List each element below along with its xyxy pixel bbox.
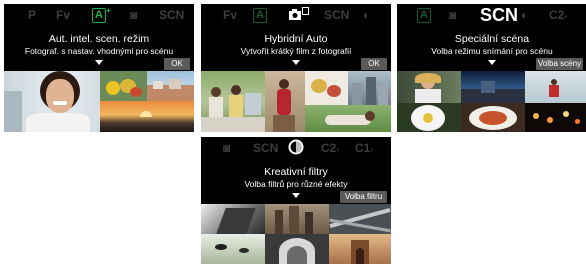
creative-filter-icon — [288, 139, 304, 155]
chevron-down-icon[interactable] — [292, 193, 300, 198]
hybrid-camera-icon[interactable]: ◙ — [130, 7, 137, 23]
mode-c2-label: C2 — [549, 8, 565, 22]
mode-c1-marker: › — [370, 145, 374, 154]
mode-scn[interactable]: SCN — [324, 7, 349, 23]
photo-highway — [329, 204, 391, 234]
sample-photos — [397, 71, 586, 132]
hybrid-auto-icon — [289, 7, 309, 20]
screen-scene: A ◙ SCN ◐ C2› Speciální scéna Volba reži… — [397, 4, 586, 132]
photo-sunset — [100, 101, 194, 132]
mode-bar: ◙ SCN C2› C1› — [201, 137, 391, 159]
hybrid-camera-icon[interactable]: ◙ — [223, 140, 230, 156]
photo-city — [461, 71, 525, 103]
sample-photos — [201, 71, 391, 132]
filter-icon[interactable]: ◐ — [521, 7, 528, 23]
mode-auto[interactable]: A — [417, 8, 431, 23]
ok-button[interactable]: OK — [164, 58, 190, 70]
mode-title: Aut. intel. scen. režim — [48, 33, 150, 45]
hybrid-camera-icon[interactable]: ◙ — [449, 7, 456, 23]
select-filter-button[interactable]: Volba filtru — [340, 191, 387, 203]
sample-photos — [4, 71, 194, 132]
sample-photos — [201, 204, 391, 264]
mode-bar: A ◙ SCN ◐ C2› — [397, 4, 586, 26]
chevron-down-icon[interactable] — [95, 60, 103, 65]
mode-p[interactable]: P — [28, 7, 36, 23]
mode-bar: Fv A SCN ◐ — [201, 4, 391, 26]
mode-description: Volba režimu snímání pro scénu — [431, 46, 553, 56]
ok-button[interactable]: OK — [361, 58, 387, 70]
mode-scn-selected[interactable]: SCN — [480, 5, 518, 25]
mode-title: Kreativní filtry — [264, 166, 328, 178]
mode-c2[interactable]: C2› — [321, 140, 339, 156]
photo-tunnel — [265, 234, 329, 264]
photo-portrait — [4, 71, 100, 132]
mode-description: Vytvořit krátký film z fotografií — [240, 46, 352, 56]
select-scene-button[interactable]: Volba scény — [536, 58, 583, 70]
chevron-down-icon[interactable] — [488, 60, 496, 65]
photo-church — [329, 234, 391, 264]
photo-picnic — [201, 71, 265, 132]
screen-filter: ◙ SCN C2› C1› Kreativní filtry Volba fil… — [201, 137, 391, 264]
mode-c2-marker: › — [564, 12, 568, 21]
mode-auto-selected[interactable]: A + — [92, 6, 111, 23]
photo-dancer — [265, 71, 305, 132]
mode-description: Volba filtrů pro různé efekty — [244, 179, 348, 189]
mode-c1[interactable]: C1› — [355, 140, 373, 156]
filter-icon-selected[interactable] — [286, 138, 306, 155]
mode-auto-plus: + — [106, 6, 111, 15]
mode-title: Hybridní Auto — [264, 33, 328, 45]
mode-scn[interactable]: SCN — [253, 140, 278, 156]
mode-description: Fotograf. s nastav. vhodnými pro scénu — [24, 46, 174, 56]
mode-auto-label: A — [95, 9, 103, 21]
photo-runner — [525, 71, 586, 103]
photo-mono-building — [201, 204, 265, 234]
photo-night — [525, 103, 586, 132]
photo-city — [348, 71, 391, 105]
mode-title: Speciální scéna — [454, 33, 530, 45]
photo-portrait — [397, 71, 461, 103]
mode-c2-label: C2 — [321, 141, 337, 155]
photo-lounging — [305, 105, 391, 132]
mode-c1-label: C1 — [355, 141, 371, 155]
photo-city — [147, 71, 194, 101]
chevron-down-icon[interactable] — [292, 60, 300, 65]
mode-bar: P Fv A + ◙ SCN — [4, 4, 194, 26]
photo-birds — [201, 234, 265, 264]
mode-c2-marker: › — [336, 145, 340, 154]
photo-fruit — [100, 71, 147, 101]
photo-food — [461, 103, 525, 132]
mode-auto[interactable]: A — [253, 8, 267, 23]
mode-fv[interactable]: Fv — [223, 7, 237, 23]
filter-icon[interactable]: ◐ — [363, 7, 370, 23]
hybrid-camera-icon-selected[interactable] — [288, 5, 310, 21]
mode-fv[interactable]: Fv — [56, 7, 70, 23]
photo-food — [305, 71, 348, 105]
mode-c2[interactable]: C2› — [549, 7, 567, 23]
photo-flower — [397, 103, 461, 132]
screen-auto: P Fv A + ◙ SCN Aut. intel. scen. režim F… — [4, 4, 194, 132]
screen-hybrid: Fv A SCN ◐ Hybridní Auto Vytvořit krátký… — [201, 4, 391, 132]
mode-scn[interactable]: SCN — [159, 7, 184, 23]
photo-skyline — [265, 204, 329, 234]
